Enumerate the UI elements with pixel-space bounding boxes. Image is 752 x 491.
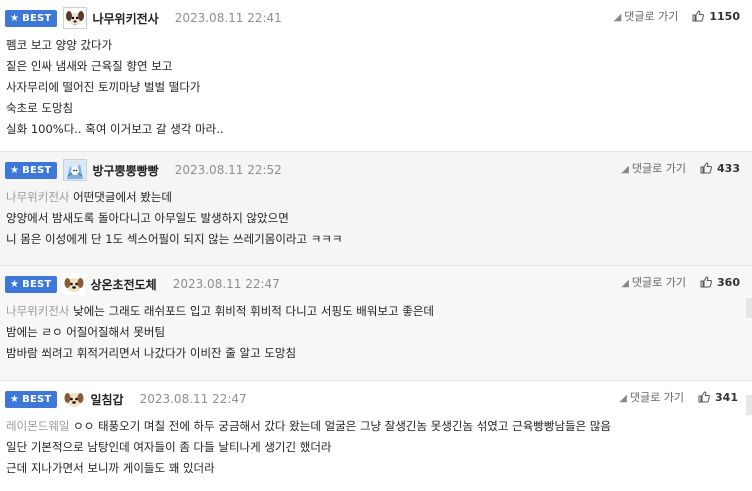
puppy-avatar-icon [64, 393, 84, 407]
comment-line: 나무위키전사 어떤댓글에서 봤는데 [6, 187, 752, 208]
thumbs-up-icon[interactable] [698, 391, 710, 403]
comment-date: 2023.08.11 22:41 [174, 11, 282, 25]
like-count: 341 [715, 390, 738, 404]
best-badge: ★ BEST [5, 161, 58, 179]
reply-link[interactable]: ◢ 댓글로 가기 [619, 389, 684, 405]
avatar[interactable] [63, 7, 88, 29]
reply-link-label: 댓글로 가기 [629, 391, 685, 404]
star-icon: ★ [10, 12, 20, 24]
author-nickname[interactable]: 상온초전도체 [90, 276, 156, 293]
comment-line-text: 낮에는 그래도 래쉬포드 입고 휘비적 휘비적 다니고 서핑도 배워보고 좋은데 [73, 304, 435, 318]
comment-item: ★ BEST 상온초전도체 2023.08.11 22:47 ◢ 댓글로 가기 36… [0, 266, 752, 381]
comment-line: 양양에서 밤새도록 돌아다니고 아무일도 발생하지 않았으면 [6, 211, 289, 225]
comment-line-text: ㅇㅇ 태풍오기 며칠 전에 하두 궁금해서 갔다 왔는데 얼굴은 그냥 잘생긴놈… [73, 419, 611, 433]
reply-arrow-icon: ◢ [621, 164, 629, 175]
comment-line: 밤바람 쐬려고 휘적거리면서 나갔다가 이비잔 줄 알고 도망침 [6, 346, 297, 360]
comment-line: 레이몬드웨일 ㅇㅇ 태풍오기 며칠 전에 하두 궁금해서 갔다 왔는데 얼굴은 … [6, 416, 752, 437]
reply-arrow-icon: ◢ [619, 393, 627, 404]
comment-line: 니 몸은 이성에게 단 1도 섹스어필이 되지 않는 쓰레기몸이라고 ㅋㅋㅋ [6, 232, 343, 246]
thumbs-up-icon[interactable] [700, 162, 712, 174]
best-badge-label: BEST [22, 164, 52, 176]
best-badge: ★ BEST [5, 9, 58, 27]
comment-item: ★ BEST 나무위키전사 2023.08.11 22:41 ◢ 댓글로 가기 11… [0, 0, 752, 152]
comment-item: ★ BEST 방구뿡뿡빵빵 2023.08.11 22:52 ◢ 댓글로 가기 43… [0, 152, 752, 266]
comment-line: 실화 100%다.. 혹여 이거보고 갈 생각 마라.. [6, 122, 224, 136]
comment-line: 근데 지나가면서 보니까 게이들도 꽤 있더라 [6, 461, 215, 475]
avatar[interactable] [63, 388, 86, 410]
quoted-author[interactable]: 레이몬드웨일 [6, 419, 69, 433]
comment-line-text: 어떤댓글에서 봤는데 [73, 190, 173, 204]
best-badge-label: BEST [22, 278, 52, 290]
dog-avatar-icon [64, 8, 87, 28]
comment-body: 나무위키전사 어떤댓글에서 봤는데 양양에서 밤새도록 돌아다니고 아무일도 발… [5, 187, 752, 250]
reply-arrow-icon: ◢ [613, 12, 622, 23]
comment-body: 레이몬드웨일 ㅇㅇ 태풍오기 며칠 전에 하두 궁금해서 갔다 왔는데 얼굴은 … [5, 416, 752, 479]
author-nickname[interactable]: 나무위키전사 [92, 10, 158, 27]
star-icon: ★ [10, 393, 20, 405]
comment-line: 밤에는 ㄹㅇ 어질어질해서 못버팀 [6, 325, 166, 339]
author-nickname[interactable]: 일침갑 [90, 391, 123, 408]
comment-date: 2023.08.11 22:47 [139, 392, 247, 406]
comment-body: 나무위키전사 낮에는 그래도 래쉬포드 입고 휘비적 휘비적 다니고 서핑도 배… [5, 301, 752, 364]
star-icon: ★ [10, 164, 20, 176]
best-badge-label: BEST [22, 393, 52, 405]
scrollbar-stub [746, 395, 752, 415]
comment-body: 펨코 보고 양양 갔다가 짙은 인싸 냄새와 근육질 향연 보고 사자무리에 떨… [5, 35, 752, 140]
thumbs-up-icon[interactable] [692, 10, 705, 22]
best-badge: ★ BEST [5, 275, 58, 293]
comment-line: 사자무리에 떨어진 토끼마냥 벌벌 떨다가 [6, 80, 201, 94]
comment-line: 숙초로 도망침 [6, 101, 74, 115]
comment-date: 2023.08.11 22:47 [172, 277, 280, 291]
reply-link-label: 댓글로 가기 [624, 10, 679, 23]
comment-line: 짙은 인싸 냄새와 근육질 향연 보고 [6, 59, 173, 73]
like-count: 1150 [709, 9, 740, 23]
comment-line: 일단 기본적으로 남탕인데 여자들이 좀 다들 날티나게 생기긴 했더라 [6, 440, 332, 454]
reply-link-label: 댓글로 가기 [631, 162, 687, 175]
thumbs-up-icon[interactable] [700, 276, 712, 288]
puppy-avatar-icon [64, 278, 84, 292]
quoted-author[interactable]: 나무위키전사 [6, 304, 69, 318]
comment-date: 2023.08.11 22:52 [174, 163, 282, 177]
reply-link[interactable]: ◢ 댓글로 가기 [614, 8, 679, 24]
best-badge: ★ BEST [5, 390, 58, 408]
author-nickname[interactable]: 방구뿡뿡빵빵 [92, 162, 158, 179]
avatar[interactable] [63, 273, 86, 295]
quoted-author[interactable]: 나무위키전사 [6, 190, 69, 204]
like-count: 360 [717, 275, 740, 289]
reply-link[interactable]: ◢ 댓글로 가기 [621, 160, 686, 176]
character-avatar-icon [64, 160, 87, 180]
best-badge-label: BEST [22, 12, 52, 24]
comment-item: ★ BEST 일침갑 2023.08.11 22:47 ◢ 댓글로 가기 341 레… [0, 381, 752, 491]
reply-arrow-icon: ◢ [621, 278, 629, 289]
avatar[interactable] [63, 159, 88, 181]
comment-line: 펨코 보고 양양 갔다가 [6, 38, 113, 52]
scrollbar-stub [746, 298, 752, 318]
reply-link[interactable]: ◢ 댓글로 가기 [621, 274, 686, 290]
like-count: 433 [717, 161, 740, 175]
comment-line: 나무위키전사 낮에는 그래도 래쉬포드 입고 휘비적 휘비적 다니고 서핑도 배… [6, 301, 752, 322]
star-icon: ★ [10, 278, 20, 290]
reply-link-label: 댓글로 가기 [631, 276, 687, 289]
